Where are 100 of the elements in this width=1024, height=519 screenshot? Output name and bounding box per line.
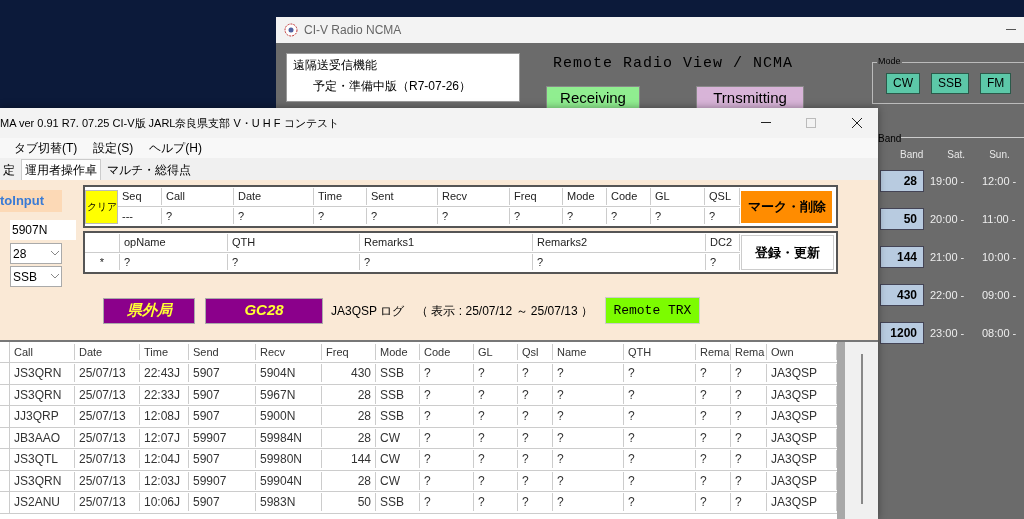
table-cell: ?: [367, 207, 438, 225]
mark-delete-button[interactable]: マーク・削除: [741, 190, 832, 223]
table-cell: ?: [696, 493, 731, 512]
table-cell: ?: [553, 385, 624, 404]
column-header: Sat.: [947, 148, 966, 162]
band-button[interactable]: 1200: [880, 322, 924, 344]
band-select[interactable]: 28: [10, 243, 62, 264]
table-cell: ?: [624, 450, 696, 469]
table-cell: ?: [553, 407, 624, 426]
status-button[interactable]: Trnsmitting: [696, 85, 804, 109]
heading: Remote Radio View / NCMA: [553, 54, 795, 74]
table-cell: ?: [731, 407, 767, 426]
table-cell: ?: [731, 450, 767, 469]
table-cell: 22:33J: [140, 385, 189, 404]
table-cell: ?: [607, 207, 651, 225]
table-cell: 22:43J: [140, 364, 189, 383]
minimize-icon[interactable]: [1006, 29, 1016, 31]
table-cell: ?: [420, 364, 474, 383]
band-button[interactable]: 50: [880, 208, 924, 230]
table-cell: 12:07J: [140, 428, 189, 447]
table-cell: 59980N: [256, 450, 322, 469]
band-button[interactable]: 28: [880, 170, 924, 192]
close-icon[interactable]: [852, 118, 862, 128]
table-cell: JS3QRN: [10, 364, 75, 383]
table-cell: ?: [510, 207, 563, 225]
table-cell: 25/07/13: [75, 493, 140, 512]
table-cell: SSB: [376, 493, 420, 512]
column-header: Call: [10, 343, 75, 361]
table-cell: ?: [553, 493, 624, 512]
table-cell: ?: [518, 471, 553, 490]
tab[interactable]: 運用者操作卓: [21, 159, 101, 180]
table-cell: 28: [322, 471, 376, 490]
table-cell: 12:03J: [140, 471, 189, 490]
table-cell: 25/07/13: [75, 450, 140, 469]
sun-time: 11:00 -: [982, 211, 1016, 227]
table-cell: ?: [696, 428, 731, 447]
band-button[interactable]: 144: [880, 246, 924, 268]
column-header: Freq: [510, 188, 563, 205]
sun-time: 08:00 -: [982, 325, 1017, 341]
sat-time: 22:00 -: [930, 287, 966, 303]
table-cell: ?: [234, 207, 314, 225]
sat-time: 21:00 -: [930, 249, 966, 265]
mode-button[interactable]: CW: [886, 72, 920, 94]
info-line: 予定・準備中版（R7-07-26）: [312, 78, 473, 95]
table-cell: ?: [228, 253, 360, 271]
table-cell: ?: [553, 471, 624, 490]
report-field[interactable]: 5907N: [10, 220, 76, 240]
badge: GC28: [205, 297, 323, 324]
remote-trx-button[interactable]: Remote TRX: [604, 297, 700, 324]
mode-button[interactable]: SSB: [931, 72, 969, 94]
table-cell: ?: [518, 493, 553, 512]
column-header: Qsl: [518, 343, 553, 361]
column-header: Recv: [256, 343, 322, 361]
table-cell: ?: [696, 450, 731, 469]
register-update-button[interactable]: 登録・更新: [741, 235, 834, 270]
table-cell: ?: [696, 471, 731, 490]
mode-button[interactable]: FM: [980, 72, 1012, 94]
minimize-icon[interactable]: [761, 122, 771, 124]
table-cell: ?: [731, 493, 767, 512]
table-cell: ?: [420, 428, 474, 447]
table-cell: 28: [322, 428, 376, 447]
table-cell: ?: [651, 207, 705, 225]
table-cell: ?: [474, 450, 518, 469]
table-cell: CW: [376, 428, 420, 447]
sun-time: 09:00 -: [982, 287, 1017, 303]
column-header: Rema: [731, 343, 767, 361]
table-cell: 25/07/13: [75, 471, 140, 490]
band-button[interactable]: 430: [880, 284, 924, 306]
table-cell: JS2ANU: [10, 493, 75, 512]
column-header: Send: [189, 343, 256, 361]
table-cell: 144: [322, 450, 376, 469]
table-cell: ?: [420, 385, 474, 404]
menu-item[interactable]: ヘルプ(H): [149, 139, 202, 157]
chevron-icon: [51, 274, 59, 279]
table-cell: 5904N: [256, 364, 322, 383]
table-cell: SSB: [376, 364, 420, 383]
table-cell: JS3QTL: [10, 450, 75, 469]
column-header: Call: [162, 188, 234, 205]
column-header: GL: [474, 343, 518, 361]
table-cell: CW: [376, 471, 420, 490]
column-header: opName: [120, 234, 228, 251]
table-cell: JS3QRN: [10, 471, 75, 490]
column-header: Date: [234, 188, 314, 205]
clear-button[interactable]: クリア: [85, 189, 118, 224]
app-logo-icon: [284, 23, 298, 37]
menu-item[interactable]: 設定(S): [93, 139, 134, 157]
table-cell: 5907: [189, 385, 256, 404]
status-button[interactable]: Receiving: [546, 85, 640, 109]
column-header: Mode: [563, 188, 607, 205]
mode-select[interactable]: SSB: [10, 266, 62, 287]
table-cell: 5967N: [256, 385, 322, 404]
menu-item[interactable]: タブ切替(T): [14, 139, 78, 157]
table-cell: ?: [563, 207, 607, 225]
table-cell: ?: [731, 428, 767, 447]
table-cell: SSB: [376, 385, 420, 404]
column-header: Band: [900, 148, 924, 162]
table-cell: ?: [624, 407, 696, 426]
column-header: GL: [651, 188, 705, 205]
column-header: Remarks1: [360, 234, 533, 251]
column-header: QSL: [705, 188, 740, 205]
